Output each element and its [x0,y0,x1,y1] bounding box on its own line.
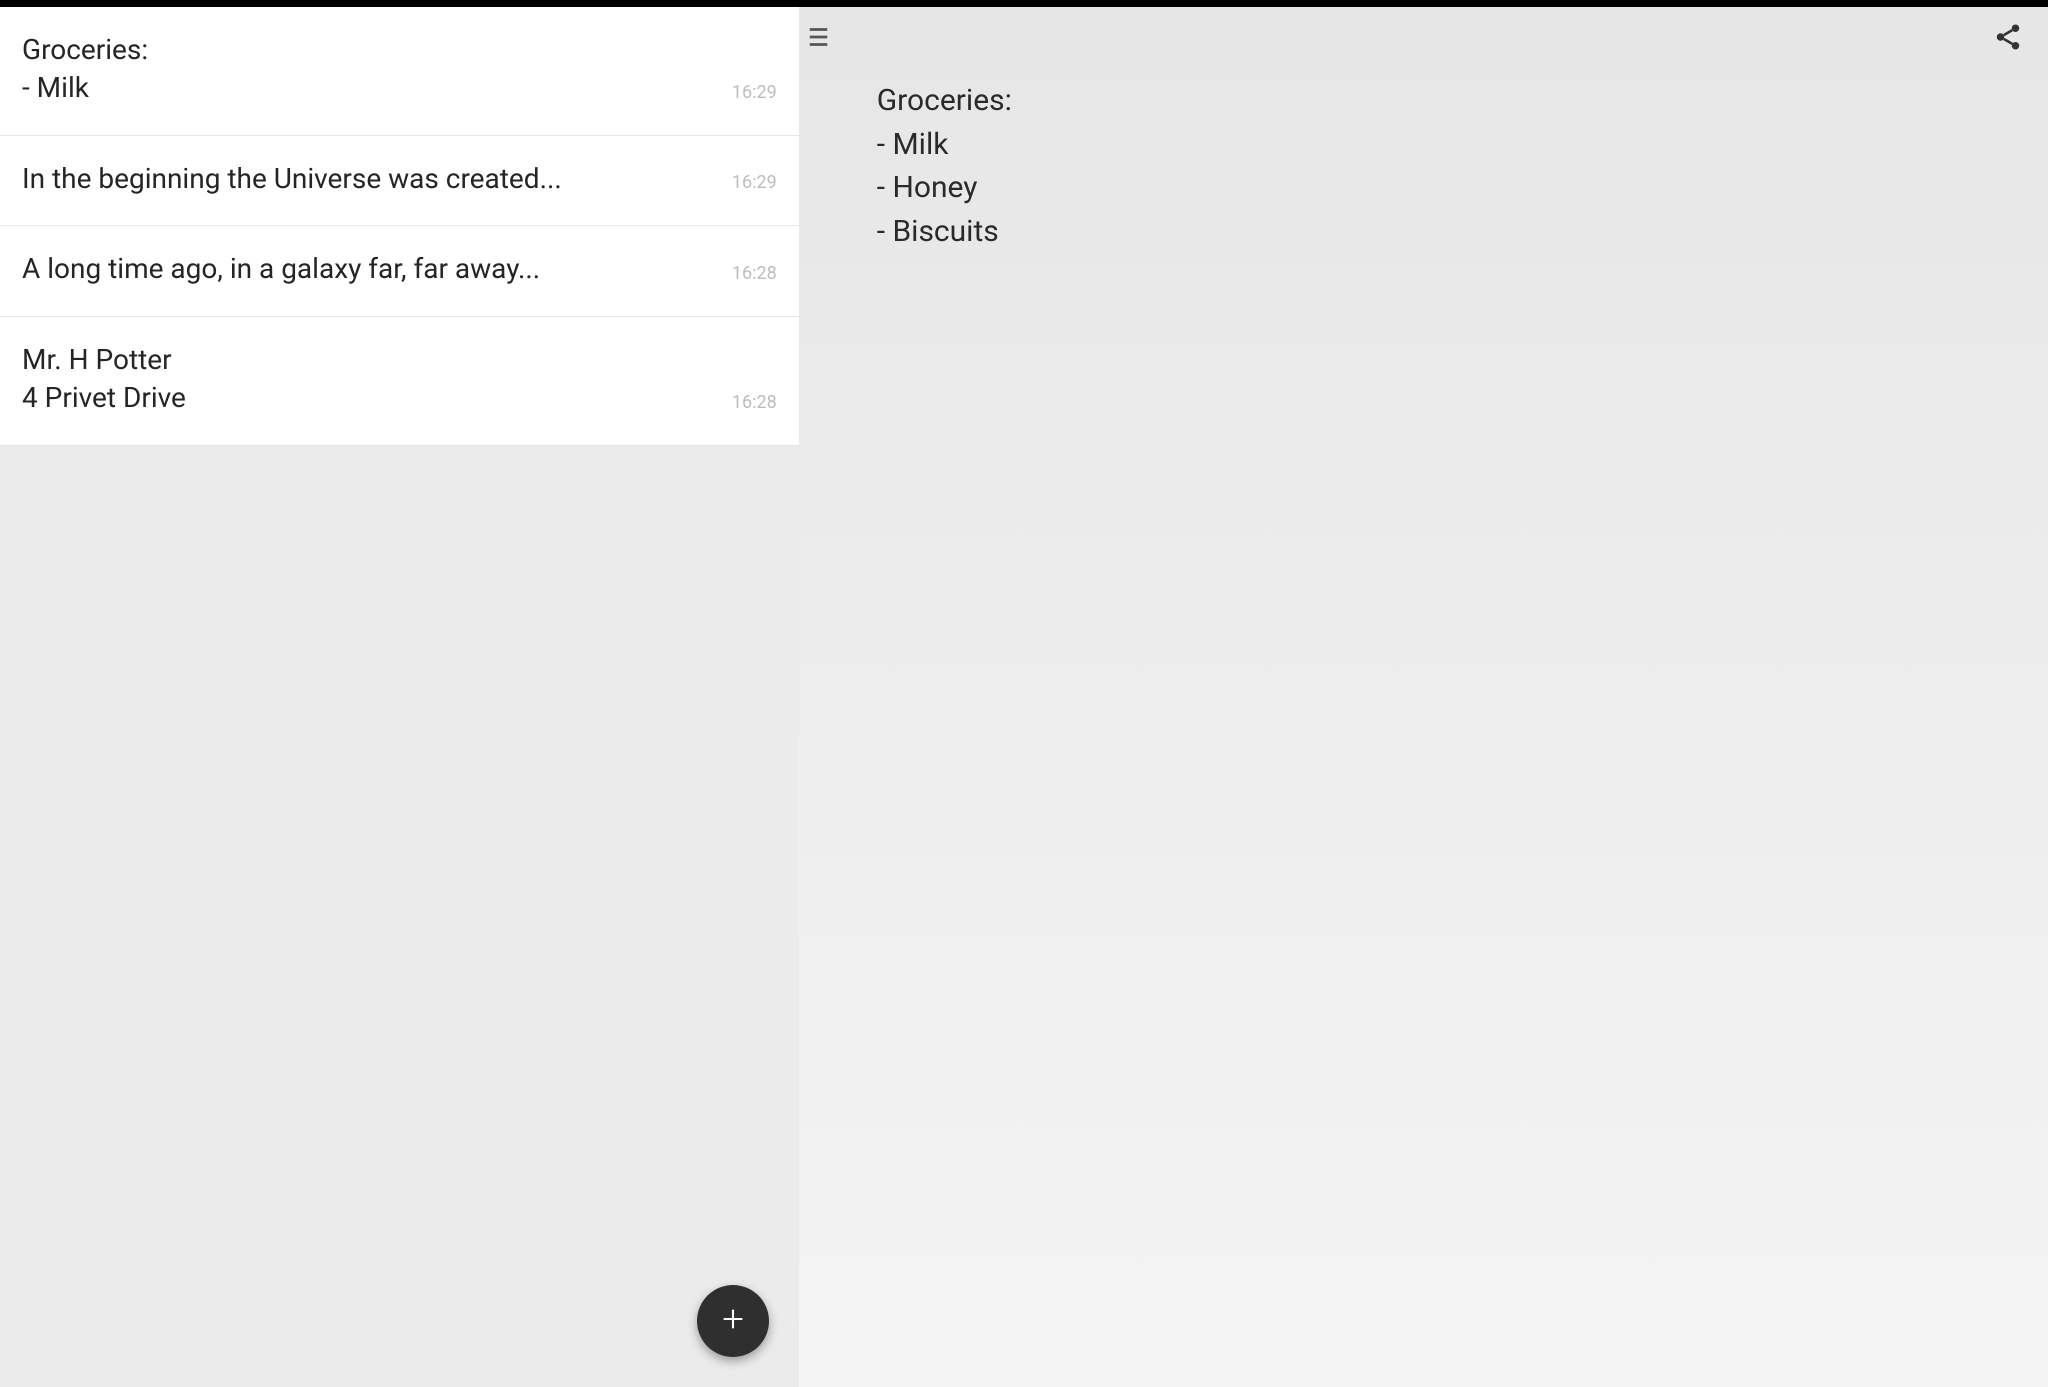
menu-icon [806,22,836,56]
app-root: Groceries: - Milk 16:29 In the beginning… [0,0,2048,1387]
add-note-button[interactable] [697,1285,769,1357]
note-list: Groceries: - Milk 16:29 In the beginning… [0,7,799,446]
note-time: 16:28 [732,392,777,417]
note-item[interactable]: A long time ago, in a galaxy far, far aw… [0,226,799,317]
note-preview: Mr. H Potter 4 Privet Drive [22,341,198,417]
note-item[interactable]: Groceries: - Milk 16:29 [0,7,799,136]
note-time: 16:29 [732,82,777,107]
menu-button[interactable] [801,19,841,59]
note-time: 16:29 [732,172,777,197]
note-item[interactable]: In the beginning the Universe was create… [0,136,799,227]
share-icon [1993,22,2023,56]
note-content[interactable]: Groceries: - Milk - Honey - Biscuits [799,71,2048,293]
note-preview: A long time ago, in a galaxy far, far aw… [22,250,552,288]
note-list-pane: Groceries: - Milk 16:29 In the beginning… [0,7,799,1387]
note-time: 16:28 [732,263,777,288]
plus-icon [719,1305,747,1337]
note-preview: In the beginning the Universe was create… [22,160,574,198]
note-detail-pane: Groceries: - Milk - Honey - Biscuits [799,7,2048,1387]
note-item[interactable]: Mr. H Potter 4 Privet Drive 16:28 [0,317,799,446]
share-button[interactable] [1988,19,2028,59]
detail-toolbar [799,7,2048,71]
note-preview: Groceries: - Milk [22,31,160,107]
